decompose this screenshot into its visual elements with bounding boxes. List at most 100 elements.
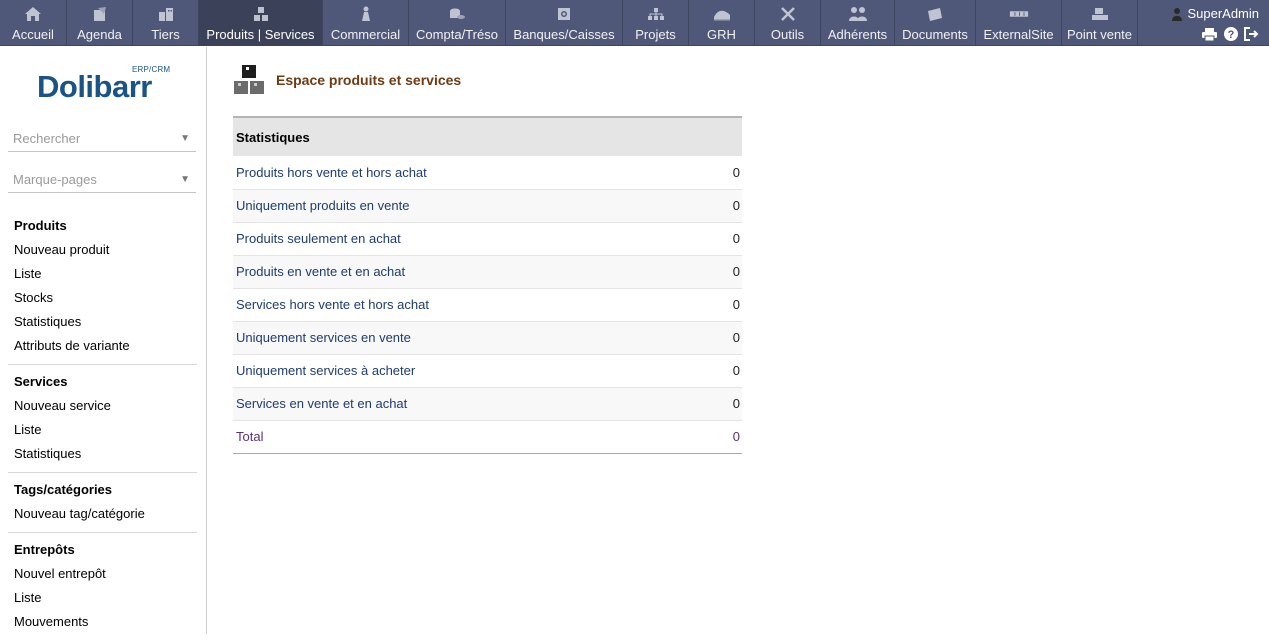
menu-item-mouvements[interactable]: Mouvements — [14, 610, 197, 634]
menu-group-produits: Produits Nouveau produit Liste Stocks St… — [8, 209, 197, 365]
menu-adherents[interactable]: Adhérents — [821, 0, 895, 46]
bank-icon — [554, 5, 574, 22]
menu-item-stocks[interactable]: Stocks — [14, 286, 197, 310]
menu-item-liste-services[interactable]: Liste — [14, 418, 197, 442]
menu-item-nouveau-service[interactable]: Nouveau service — [14, 394, 197, 418]
menu-commercial[interactable]: Commercial — [323, 0, 409, 46]
menu-compta-treso[interactable]: Compta/Tréso — [409, 0, 506, 46]
search-placeholder: Rechercher — [13, 131, 81, 146]
chevron-down-icon: ▼ — [180, 133, 190, 144]
stat-value: 0 — [719, 288, 742, 322]
dolibarr-logo[interactable]: Dolibarr ERP/CRM — [37, 65, 177, 105]
menu-group-entrepots: Entrepôts Nouvel entrepôt Liste Mouvemen… — [8, 533, 197, 640]
stat-label-link[interactable]: Produits hors vente et hors achat — [233, 156, 720, 190]
menu-projets[interactable]: Projets — [623, 0, 689, 46]
stat-label-link[interactable]: Services hors vente et hors achat — [233, 288, 720, 322]
stat-label-link[interactable]: Uniquement services en vente — [233, 321, 720, 355]
menu-tiers[interactable]: Tiers — [133, 0, 199, 46]
documents-icon — [925, 5, 945, 22]
projects-icon — [646, 5, 666, 22]
user-icon — [1172, 7, 1183, 21]
menu-item-nouveau-tag[interactable]: Nouveau tag/catégorie — [14, 502, 197, 526]
menu-group-services: Services Nouveau service Liste Statistiq… — [8, 365, 197, 473]
bookmarks-placeholder: Marque-pages — [13, 172, 97, 187]
table-row: Services hors vente et hors achat 0 — [233, 288, 742, 322]
menu-item-nouvel-entrepot[interactable]: Nouvel entrepôt — [14, 562, 197, 586]
total-label: Total — [233, 420, 720, 454]
table-row: Produits seulement en achat 0 — [233, 222, 742, 256]
menu-outils[interactable]: Outils — [755, 0, 821, 46]
svg-text:?: ? — [1227, 29, 1234, 41]
table-row: Produits en vente et en achat 0 — [233, 255, 742, 289]
agenda-icon — [90, 5, 110, 22]
hrm-icon — [712, 5, 732, 22]
user-area: SuperAdmin ? — [1169, 0, 1269, 46]
page-header: Espace produits et services — [233, 63, 753, 97]
pos-icon — [1090, 5, 1110, 22]
menu-item-nouveau-produit[interactable]: Nouveau produit — [14, 238, 197, 262]
accounting-icon — [447, 5, 467, 22]
stat-value: 0 — [719, 255, 742, 289]
menu-externalsite[interactable]: ExternalSite — [976, 0, 1062, 46]
commercial-icon — [356, 5, 376, 22]
chevron-down-icon: ▼ — [180, 174, 190, 185]
stat-label-link[interactable]: Uniquement services à acheter — [233, 354, 720, 388]
menu-title-produits[interactable]: Produits — [14, 214, 197, 238]
table-row: Uniquement services en vente 0 — [233, 321, 742, 355]
menu-point-vente[interactable]: Point vente — [1062, 0, 1138, 46]
table-row: Uniquement produits en vente 0 — [233, 189, 742, 223]
top-menu-bar: Accueil Agenda Tiers Produits | Services… — [0, 0, 1269, 46]
stat-label-link[interactable]: Produits en vente et en achat — [233, 255, 720, 289]
home-icon — [23, 5, 43, 22]
menu-item-statistiques-services[interactable]: Statistiques — [14, 442, 197, 466]
help-icon[interactable]: ? — [1223, 27, 1238, 41]
menu-title-entrepots[interactable]: Entrepôts — [14, 538, 197, 562]
menu-item-statistiques-produits[interactable]: Statistiques — [14, 310, 197, 334]
print-icon[interactable] — [1202, 27, 1217, 41]
menu-produits-services[interactable]: Produits | Services — [199, 0, 323, 46]
products-icon — [233, 64, 265, 96]
table-row: Uniquement services à acheter 0 — [233, 354, 742, 388]
menu-title-tags[interactable]: Tags/catégories — [14, 478, 197, 502]
members-icon — [848, 5, 868, 22]
stat-value: 0 — [719, 354, 742, 388]
user-name: SuperAdmin — [1187, 6, 1259, 21]
menu-item-liste-entrepots[interactable]: Liste — [14, 586, 197, 610]
stat-label-link[interactable]: Services en vente et en achat — [233, 387, 720, 421]
table-row: Services en vente et en achat 0 — [233, 387, 742, 421]
table-header-row: Statistiques — [233, 116, 742, 156]
menu-item-attributs-variante[interactable]: Attributs de variante — [14, 334, 197, 358]
page-title: Espace produits et services — [276, 72, 462, 88]
stat-value: 0 — [719, 321, 742, 355]
stat-label-link[interactable]: Produits seulement en achat — [233, 222, 720, 256]
companies-icon — [156, 5, 176, 22]
stat-value: 0 — [719, 222, 742, 256]
menu-banques-caisses[interactable]: Banques/Caisses — [506, 0, 623, 46]
bookmarks-select[interactable]: Marque-pages ▼ — [8, 167, 196, 193]
search-select[interactable]: Rechercher ▼ — [8, 126, 196, 152]
menu-documents[interactable]: Documents — [895, 0, 976, 46]
stat-label-link[interactable]: Uniquement produits en vente — [233, 189, 720, 223]
stat-value: 0 — [719, 387, 742, 421]
menu-accueil[interactable]: Accueil — [0, 0, 67, 46]
logout-icon[interactable] — [1244, 27, 1259, 41]
menu-agenda[interactable]: Agenda — [67, 0, 133, 46]
tools-icon — [778, 5, 798, 22]
user-menu[interactable]: SuperAdmin — [1171, 6, 1259, 21]
externalsite-icon — [1009, 5, 1029, 22]
menu-group-tags: Tags/catégories Nouveau tag/catégorie — [8, 473, 197, 533]
statistics-table: Statistiques Produits hors vente et hors… — [233, 116, 742, 454]
stat-value: 0 — [719, 156, 742, 190]
stat-value: 0 — [719, 189, 742, 223]
table-total-row: Total 0 — [233, 420, 742, 454]
total-value: 0 — [719, 420, 742, 454]
table-header-statistiques: Statistiques — [233, 116, 742, 156]
menu-grh[interactable]: GRH — [689, 0, 755, 46]
menu-title-services[interactable]: Services — [14, 370, 197, 394]
left-sidebar: Dolibarr ERP/CRM Rechercher ▼ Marque-pag… — [0, 47, 207, 634]
table-row: Produits hors vente et hors achat 0 — [233, 156, 742, 190]
left-menu: Produits Nouveau produit Liste Stocks St… — [8, 209, 197, 640]
menu-item-liste-produits[interactable]: Liste — [14, 262, 197, 286]
products-icon — [251, 5, 271, 22]
main-content: Espace produits et services Statistiques… — [233, 63, 753, 454]
